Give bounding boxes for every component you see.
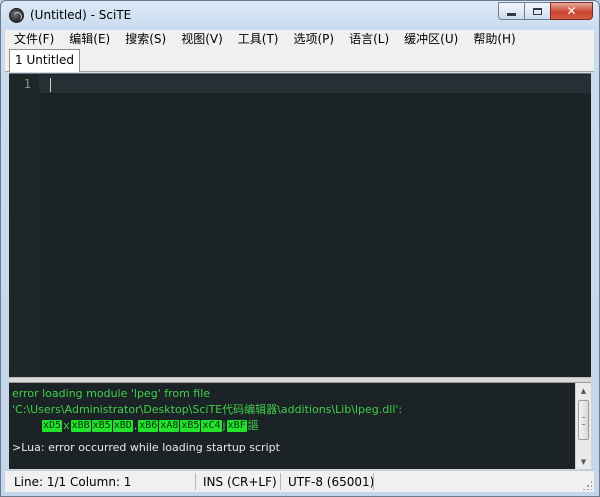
hex-separator: j bbox=[222, 419, 226, 432]
scroll-up-arrow-icon[interactable]: ▲ bbox=[576, 383, 591, 398]
menu-bar: 文件(F) 编辑(E) 搜索(S) 视图(V) 工具(T) 选项(P) 语言(L… bbox=[5, 30, 594, 48]
status-insert-mode: INS (CR+LF) bbox=[203, 475, 277, 489]
menu-help[interactable]: 帮助(H) bbox=[464, 30, 521, 48]
hex-byte: xD5 bbox=[42, 420, 63, 432]
hex-byte: xB5 bbox=[91, 420, 112, 432]
status-divider bbox=[195, 473, 196, 490]
menu-options[interactable]: 选项(P) bbox=[285, 30, 341, 48]
thumb-grip-icon bbox=[582, 417, 585, 425]
scroll-thumb[interactable] bbox=[578, 400, 589, 440]
buffer-tabs: 1 Untitled bbox=[5, 48, 594, 72]
output-lua-error: >Lua: error occurred while loading start… bbox=[12, 441, 280, 454]
menu-search[interactable]: 搜索(S) bbox=[116, 30, 172, 48]
tab-untitled[interactable]: 1 Untitled bbox=[9, 49, 80, 72]
maximize-button[interactable] bbox=[524, 2, 550, 20]
menu-view[interactable]: 视图(V) bbox=[172, 30, 229, 48]
output-text: error loading module 'lpeg' from file 'C… bbox=[12, 386, 573, 456]
minimize-button[interactable] bbox=[498, 2, 524, 20]
output-pane[interactable]: error loading module 'lpeg' from file 'C… bbox=[9, 383, 591, 469]
hex-separator: 謳 bbox=[247, 419, 259, 432]
menu-file[interactable]: 文件(F) bbox=[5, 30, 60, 48]
status-bar: Line: 1/1 Column: 1 INS (CR+LF) UTF-8 (6… bbox=[5, 470, 594, 492]
menu-edit[interactable]: 编辑(E) bbox=[60, 30, 116, 48]
scroll-down-arrow-icon[interactable]: ▼ bbox=[576, 454, 591, 469]
output-error-path: 'C:\Users\Administrator\Desktop\SciTE代码编… bbox=[12, 403, 403, 416]
window-title: (Untitled) - SciTE bbox=[30, 8, 132, 22]
hex-byte: xBF bbox=[226, 420, 247, 432]
output-hex-bytes: xD5 x xBB xB5 xBD , xB6 xA8 xB5 xC4 j xB… bbox=[12, 418, 573, 434]
line-number-margin: 1 bbox=[9, 74, 39, 377]
hex-byte: xB5 bbox=[180, 420, 201, 432]
text-caret bbox=[50, 78, 51, 92]
hex-byte: xB6 bbox=[138, 420, 159, 432]
menu-buffers[interactable]: 缓冲区(U) bbox=[395, 30, 464, 48]
window-controls: ✕ bbox=[498, 2, 593, 21]
resize-grip-icon[interactable] bbox=[582, 480, 592, 490]
hex-byte: xC4 bbox=[201, 420, 222, 432]
scite-window: (Untitled) - SciTE ✕ 文件(F) 编辑(E) 搜索(S) 视… bbox=[0, 0, 600, 497]
output-error-line: error loading module 'lpeg' from file bbox=[12, 387, 211, 400]
minimize-icon bbox=[507, 12, 516, 16]
title-bar[interactable]: (Untitled) - SciTE ✕ bbox=[1, 1, 599, 30]
menu-language[interactable]: 语言(L) bbox=[340, 30, 395, 48]
hex-separator: , bbox=[133, 419, 138, 432]
status-encoding: UTF-8 (65001) bbox=[288, 475, 375, 489]
hex-byte: xBB bbox=[70, 420, 91, 432]
editor-pane[interactable]: 1 bbox=[9, 73, 591, 377]
status-divider bbox=[373, 473, 374, 490]
hex-byte: xBD bbox=[112, 420, 133, 432]
maximize-icon bbox=[533, 7, 542, 15]
scite-app-icon[interactable] bbox=[9, 8, 24, 23]
hex-byte: xA8 bbox=[159, 420, 180, 432]
hex-separator: x bbox=[63, 419, 70, 432]
status-position: Line: 1/1 Column: 1 bbox=[14, 475, 132, 489]
output-scrollbar[interactable]: ▲ ▼ bbox=[575, 383, 591, 469]
close-button[interactable]: ✕ bbox=[550, 2, 593, 20]
line-number: 1 bbox=[23, 77, 31, 91]
current-line-highlight bbox=[39, 75, 591, 93]
menu-tools[interactable]: 工具(T) bbox=[229, 30, 285, 48]
status-divider bbox=[280, 473, 281, 490]
close-icon: ✕ bbox=[566, 4, 577, 18]
